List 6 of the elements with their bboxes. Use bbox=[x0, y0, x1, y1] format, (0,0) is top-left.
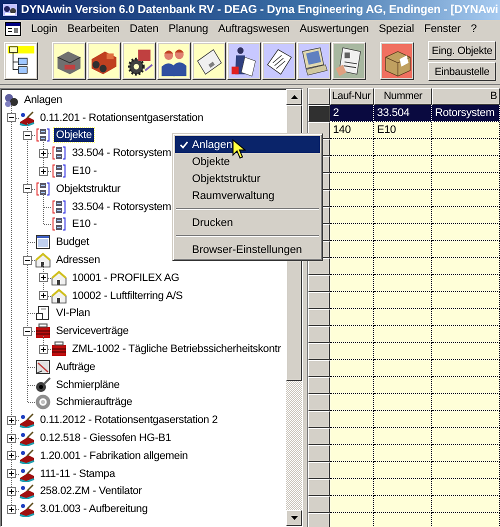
table-cell: 33.504 bbox=[374, 105, 432, 122]
table-cell: E10 bbox=[374, 122, 432, 139]
table-cell: Rotorsystem bbox=[432, 105, 500, 122]
window-title: DYNAwin Version 6.0 Datenbank RV - DEAG - Dyna Engineering AG, Endingen - [DYNAwi bbox=[21, 4, 498, 16]
table-cell: 140 bbox=[330, 122, 374, 139]
table-cell: 2 bbox=[330, 105, 374, 122]
